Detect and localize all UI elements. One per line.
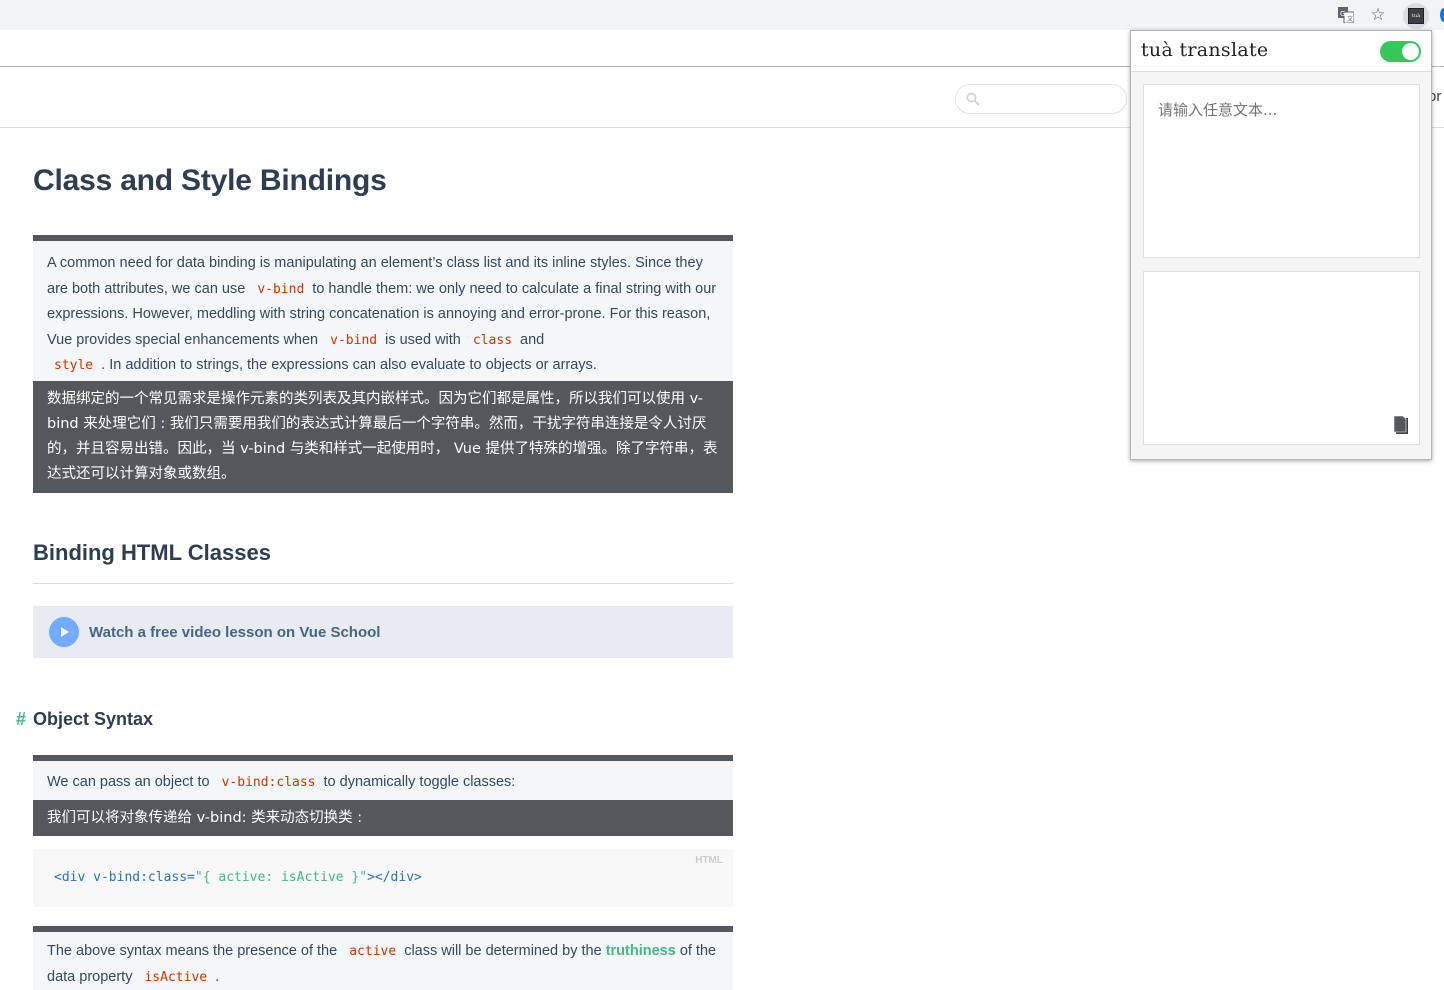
browser-toolbar: G 文 ☆ tuà bbox=[0, 0, 1444, 30]
object-syntax-translation-text: 我们可以将对象传递给 v-bind: 类来动态切换类 : bbox=[33, 800, 733, 836]
object-syntax-block: We can pass an object to v-bind:class to … bbox=[33, 755, 733, 836]
popup-title: tuà translate bbox=[1141, 39, 1269, 61]
bookmark-star-icon[interactable]: ☆ bbox=[1369, 6, 1387, 24]
code-language-label: HTML bbox=[695, 855, 723, 866]
explanation-block: The above syntax means the presence of t… bbox=[33, 926, 733, 990]
heading-anchor-link[interactable]: # bbox=[16, 709, 26, 730]
popup-header: tuà translate bbox=[1131, 31, 1431, 72]
profile-avatar-partial[interactable] bbox=[1440, 8, 1444, 22]
svg-text:G: G bbox=[1340, 10, 1345, 18]
intro-paragraph-block: A common need for data binding is manipu… bbox=[33, 235, 733, 493]
page-title: Class and Style Bindings bbox=[33, 164, 387, 197]
inline-code: class bbox=[472, 332, 513, 348]
subsection-heading-object-syntax: Object Syntax bbox=[33, 709, 154, 729]
vue-school-video-link[interactable]: Watch a free video lesson on Vue School bbox=[33, 606, 733, 658]
intro-translation-text: 数据绑定的一个常见需求是操作元素的类列表及其内嵌样式。因为它们都是属性，所以我们… bbox=[33, 381, 733, 493]
inline-code: v-bind bbox=[330, 332, 378, 348]
explanation-text: The above syntax means the presence of t… bbox=[33, 926, 733, 990]
translate-icon[interactable]: G 文 bbox=[1337, 6, 1355, 24]
tua-translate-popup: tuà translate bbox=[1130, 30, 1432, 460]
search-icon bbox=[966, 92, 980, 106]
code-line: <div v-bind:class="{ active: isActive }"… bbox=[54, 870, 422, 885]
copy-icon[interactable] bbox=[1394, 416, 1410, 436]
play-icon bbox=[49, 617, 79, 647]
inline-code: v-bind:class bbox=[221, 775, 316, 790]
translate-output-area bbox=[1143, 271, 1420, 445]
inline-code: v-bind bbox=[257, 281, 305, 297]
inline-code: active bbox=[349, 944, 397, 959]
translate-enabled-toggle[interactable] bbox=[1380, 41, 1421, 62]
truthiness-link[interactable]: truthiness bbox=[606, 943, 676, 959]
tua-extension-icon: tuà bbox=[1408, 8, 1424, 24]
code-block: HTML <div v-bind:class="{ active: isActi… bbox=[33, 849, 733, 907]
object-syntax-original-text: We can pass an object to v-bind:class to … bbox=[33, 755, 733, 800]
inline-code: isActive bbox=[144, 969, 208, 985]
inline-code: style bbox=[54, 358, 94, 374]
translate-input-textarea[interactable] bbox=[1143, 84, 1420, 258]
tua-extension-button[interactable]: tuà bbox=[1403, 3, 1429, 29]
section-heading-binding-html-classes: Binding HTML Classes bbox=[33, 540, 733, 584]
toggle-knob bbox=[1402, 43, 1419, 60]
site-search-input[interactable] bbox=[955, 84, 1127, 114]
svg-text:文: 文 bbox=[1347, 15, 1353, 23]
intro-original-text: A common need for data binding is manipu… bbox=[33, 235, 733, 381]
video-link-text: Watch a free video lesson on Vue School bbox=[89, 623, 381, 641]
